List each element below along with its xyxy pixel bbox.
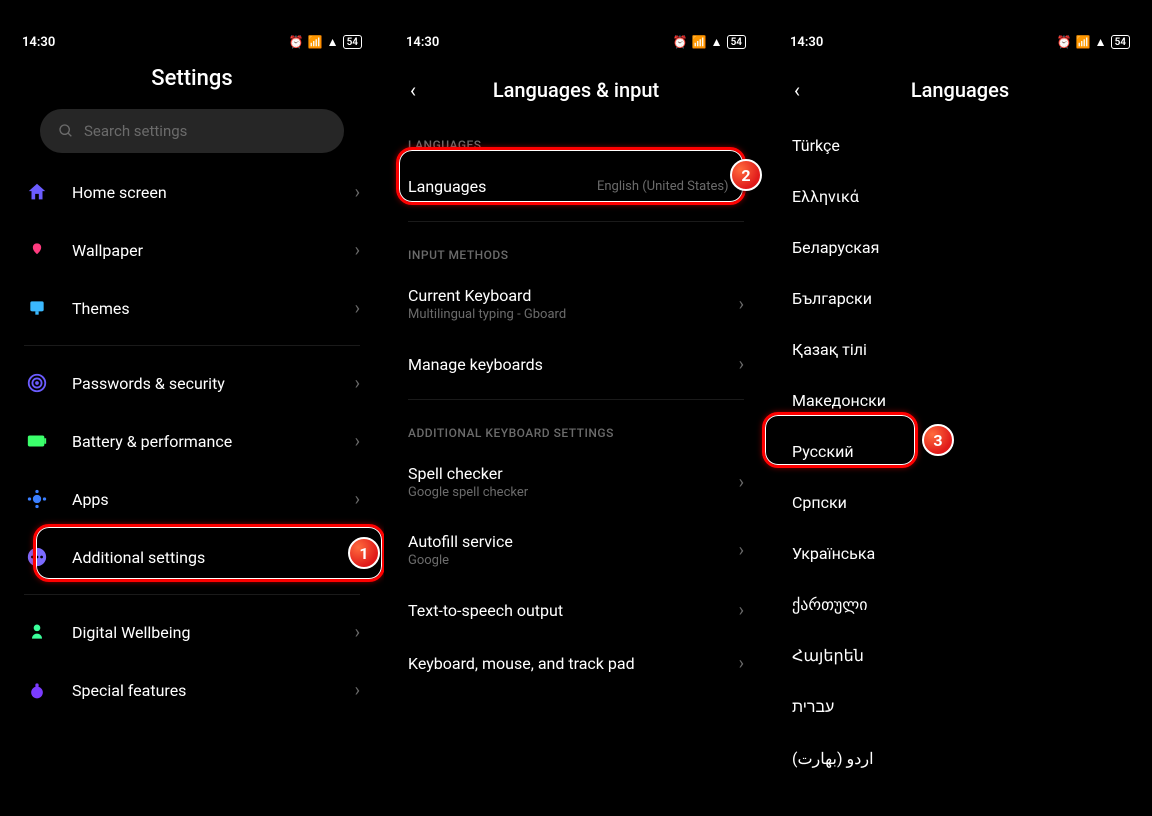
row-current-keyboard[interactable]: Current Keyboard Multilingual typing - G… xyxy=(384,270,768,338)
chevron-right-icon: › xyxy=(355,298,360,319)
row-manage-keyboards[interactable]: Manage keyboards › xyxy=(384,338,768,391)
section-additional: ADDITIONAL KEYBOARD SETTINGS xyxy=(384,408,768,448)
status-bar: 14:30 ⏰ 📶 ▲ 54 xyxy=(768,30,1152,54)
status-time: 14:30 xyxy=(22,35,55,50)
status-icons: ⏰ 📶 ▲ 54 xyxy=(673,35,746,49)
lang-item[interactable]: Српски xyxy=(768,477,1152,528)
battery-icon: 54 xyxy=(727,35,746,49)
lang-item[interactable]: Български xyxy=(768,273,1152,324)
back-button[interactable]: ‹ xyxy=(410,78,416,102)
chevron-right-icon: › xyxy=(355,489,360,510)
row-apps[interactable]: Apps › xyxy=(0,470,384,528)
lang-item[interactable]: Українська xyxy=(768,528,1152,579)
status-bar: 14:30 ⏰ 📶 ▲ 54 xyxy=(384,30,768,54)
home-icon xyxy=(24,179,50,205)
chevron-right-icon: › xyxy=(355,182,360,203)
alarm-icon: ⏰ xyxy=(1057,35,1072,49)
chevron-right-icon: › xyxy=(739,176,744,197)
screen-settings: 14:30 ⏰ 📶 ▲ 54 Settings Search settings … xyxy=(0,0,384,816)
page-title: Settings xyxy=(0,54,384,109)
header: ‹ Languages & input xyxy=(384,60,768,120)
alarm-icon: ⏰ xyxy=(673,35,688,49)
search-input[interactable]: Search settings xyxy=(40,109,344,153)
chevron-right-icon: › xyxy=(355,373,360,394)
search-icon xyxy=(58,123,74,139)
battery-icon: 54 xyxy=(343,35,362,49)
row-wallpaper[interactable]: Wallpaper › xyxy=(0,221,384,279)
special-icon xyxy=(24,677,50,703)
page-title: Languages & input xyxy=(493,78,659,102)
signal-icon: 📶 xyxy=(692,35,707,49)
row-special[interactable]: Special features › xyxy=(0,661,384,719)
chevron-right-icon: › xyxy=(355,680,360,701)
signal-icon: 📶 xyxy=(308,35,323,49)
back-button[interactable]: ‹ xyxy=(794,78,800,102)
chevron-right-icon: › xyxy=(355,240,360,261)
chevron-right-icon: › xyxy=(739,600,744,621)
row-autofill[interactable]: Autofill service Google › xyxy=(384,516,768,584)
row-kbm[interactable]: Keyboard, mouse, and track pad › xyxy=(384,637,768,690)
row-wellbeing[interactable]: Digital Wellbeing › xyxy=(0,603,384,661)
chevron-right-icon: › xyxy=(739,540,744,561)
header: ‹ Languages xyxy=(768,60,1152,120)
lang-item[interactable]: Қазақ тілі xyxy=(768,324,1152,375)
lang-item[interactable]: Türkçe xyxy=(768,120,1152,171)
page-title: Languages xyxy=(911,78,1009,102)
row-passwords[interactable]: Passwords & security › xyxy=(0,354,384,412)
search-placeholder: Search settings xyxy=(84,122,187,140)
battery-icon: 54 xyxy=(1111,35,1130,49)
lang-item[interactable]: Македонски xyxy=(768,375,1152,426)
lang-item[interactable]: עברית xyxy=(768,681,1152,733)
chevron-right-icon: › xyxy=(355,622,360,643)
section-languages: LANGUAGES xyxy=(384,120,768,160)
row-tts[interactable]: Text-to-speech output › xyxy=(384,584,768,637)
battery-perf-icon xyxy=(24,428,50,454)
security-icon xyxy=(24,370,50,396)
divider xyxy=(24,345,360,346)
chevron-right-icon: › xyxy=(355,431,360,452)
screen-languages-list: 14:30 ⏰ 📶 ▲ 54 ‹ Languages Türkçe Ελληνι… xyxy=(768,0,1152,816)
row-spell-checker[interactable]: Spell checker Google spell checker › xyxy=(384,448,768,516)
languages-value: English (United States) xyxy=(597,179,729,195)
lang-item[interactable]: اردو (بھارت) xyxy=(768,733,1152,784)
wifi-icon: ▲ xyxy=(711,35,723,49)
themes-icon xyxy=(24,295,50,321)
wallpaper-icon xyxy=(24,237,50,263)
status-time: 14:30 xyxy=(406,35,439,50)
lang-item[interactable]: Беларуская xyxy=(768,222,1152,273)
status-bar: 14:30 ⏰ 📶 ▲ 54 xyxy=(0,30,384,54)
row-home-screen[interactable]: Home screen › xyxy=(0,163,384,221)
lang-item[interactable]: ქართული xyxy=(768,579,1152,630)
row-languages[interactable]: Languages English (United States) › xyxy=(384,160,768,213)
divider xyxy=(24,594,360,595)
chevron-right-icon: › xyxy=(739,472,744,493)
chevron-right-icon: › xyxy=(739,653,744,674)
divider xyxy=(408,399,744,400)
section-input: INPUT METHODS xyxy=(384,230,768,270)
status-icons: ⏰ 📶 ▲ 54 xyxy=(289,35,362,49)
chevron-right-icon: › xyxy=(739,294,744,315)
alarm-icon: ⏰ xyxy=(289,35,304,49)
lang-item[interactable]: Ελληνικά xyxy=(768,171,1152,222)
screen-languages-input: 14:30 ⏰ 📶 ▲ 54 ‹ Languages & input LANGU… xyxy=(384,0,768,816)
wellbeing-icon xyxy=(24,619,50,645)
divider xyxy=(408,221,744,222)
row-themes[interactable]: Themes › xyxy=(0,279,384,337)
wifi-icon: ▲ xyxy=(1095,35,1107,49)
signal-icon: 📶 xyxy=(1076,35,1091,49)
lang-item-russian[interactable]: Русский xyxy=(768,426,1152,477)
row-battery[interactable]: Battery & performance › xyxy=(0,412,384,470)
apps-icon xyxy=(24,486,50,512)
status-time: 14:30 xyxy=(790,35,823,50)
lang-item[interactable]: Հայերեն xyxy=(768,630,1152,681)
wifi-icon: ▲ xyxy=(327,35,339,49)
status-icons: ⏰ 📶 ▲ 54 xyxy=(1057,35,1130,49)
chevron-right-icon: › xyxy=(739,354,744,375)
chevron-right-icon: › xyxy=(355,547,360,568)
additional-icon xyxy=(24,544,50,570)
row-additional-settings[interactable]: Additional settings › xyxy=(0,528,384,586)
